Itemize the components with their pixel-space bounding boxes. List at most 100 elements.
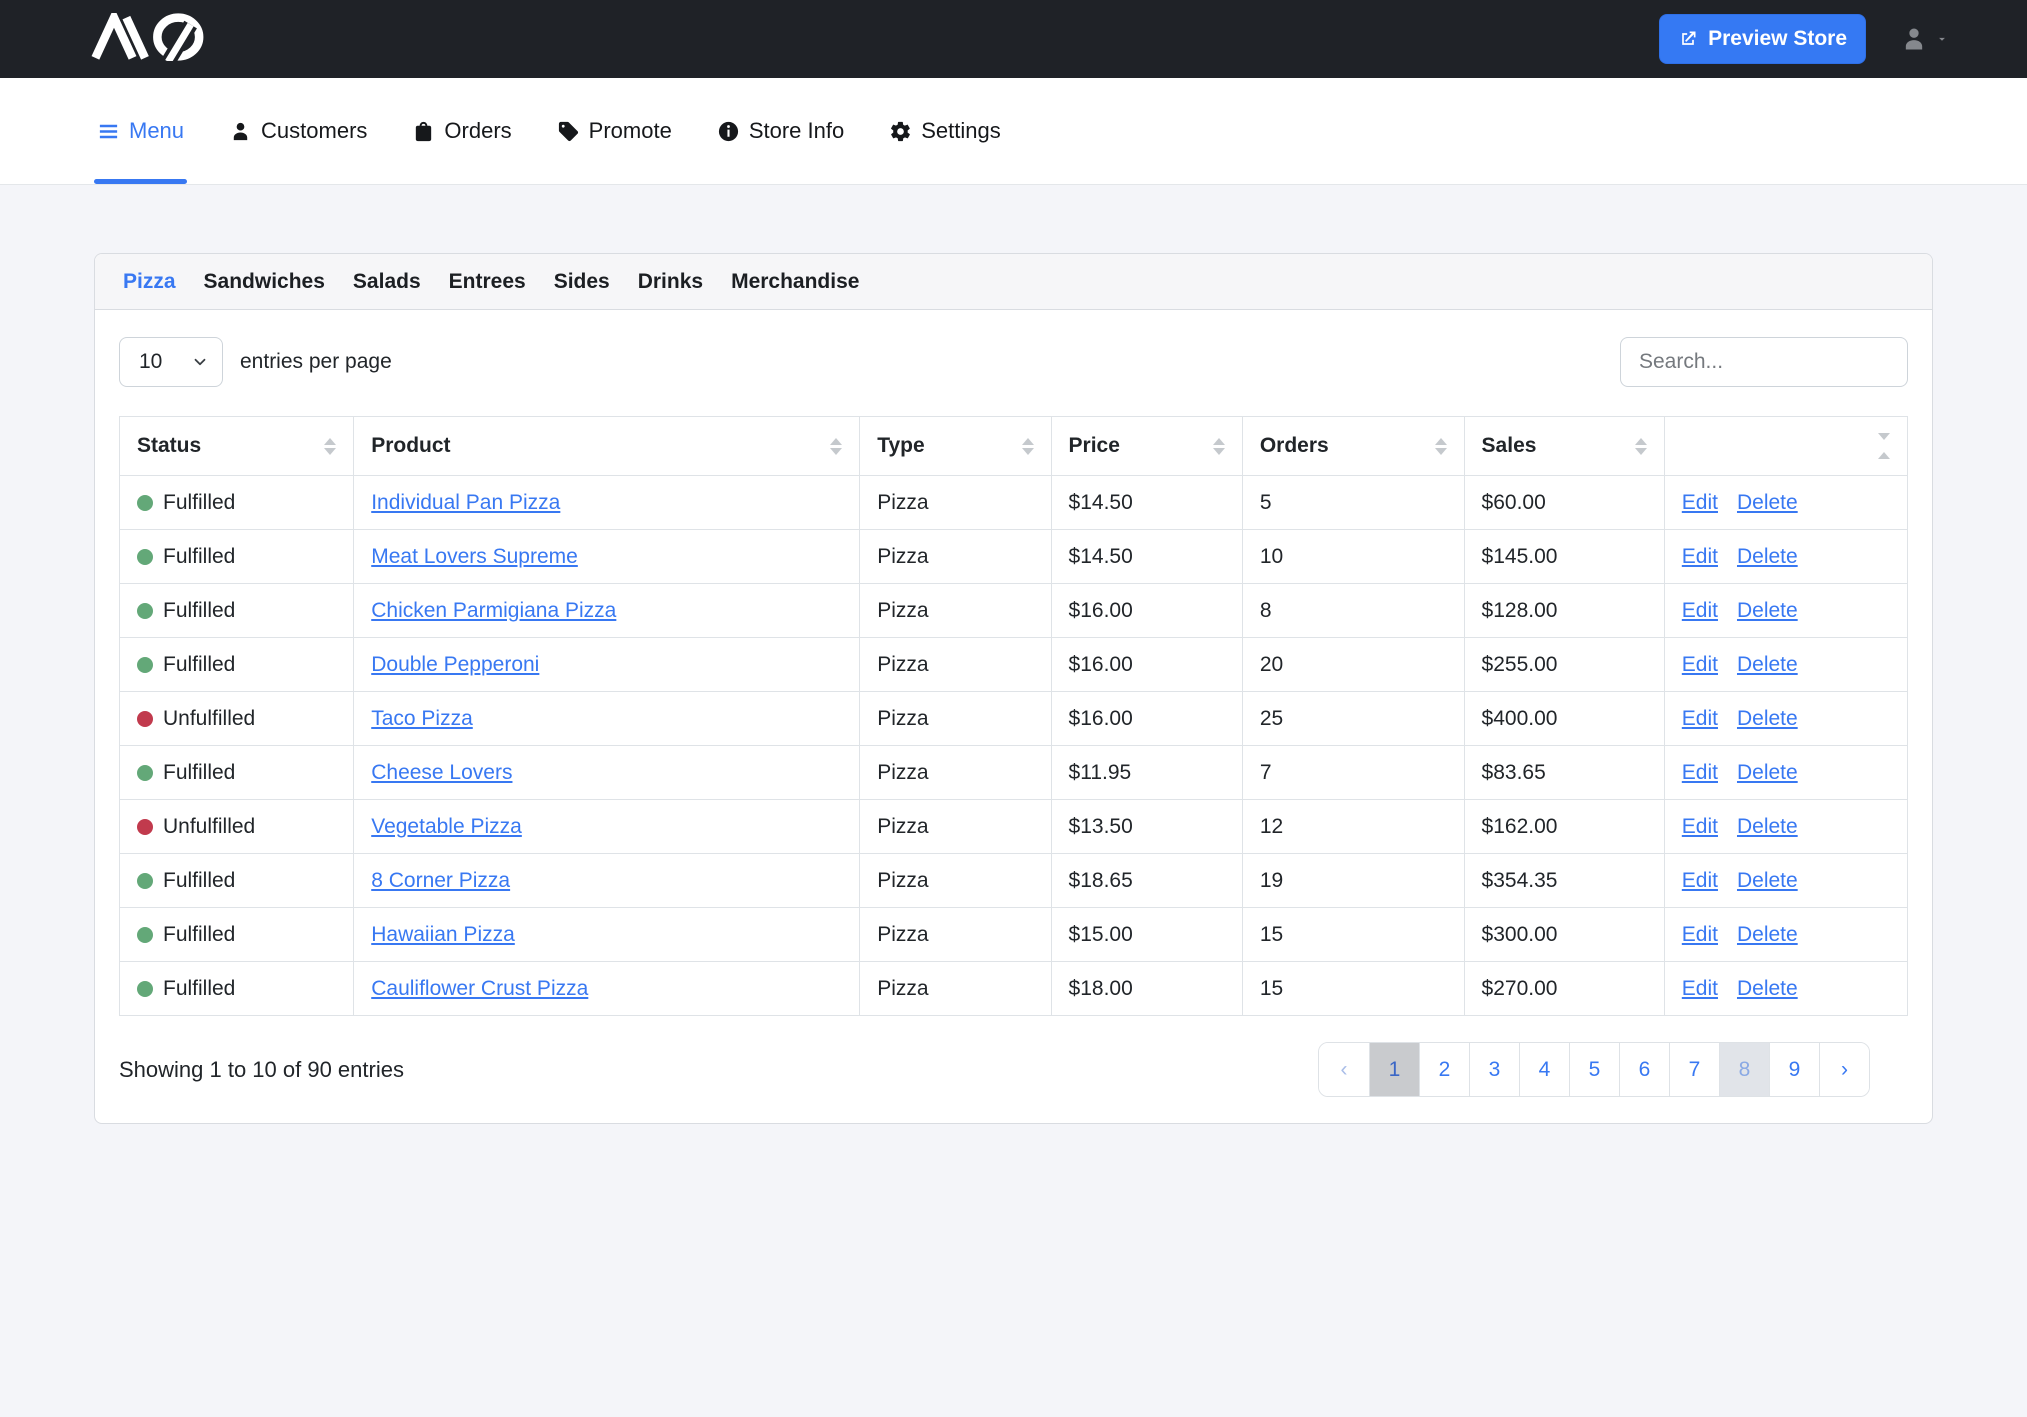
orders-value: 15: [1260, 923, 1283, 946]
table-row: FulfilledHawaiian PizzaPizza$15.0015$300…: [120, 908, 1908, 962]
column-label: Status: [137, 434, 201, 458]
delete-link[interactable]: Delete: [1737, 545, 1798, 568]
column-label: Type: [877, 434, 924, 458]
column-header-actions[interactable]: [1664, 417, 1907, 476]
tab-sandwiches[interactable]: Sandwiches: [204, 270, 325, 294]
tab-entrees[interactable]: Entrees: [449, 270, 526, 294]
product-link[interactable]: Cheese Lovers: [371, 761, 512, 784]
column-header-orders[interactable]: Orders: [1242, 417, 1464, 476]
preview-store-button[interactable]: Preview Store: [1659, 14, 1866, 64]
edit-link[interactable]: Edit: [1682, 653, 1718, 676]
tab-drinks[interactable]: Drinks: [638, 270, 703, 294]
search-input[interactable]: [1620, 337, 1908, 387]
nav-item-menu[interactable]: Menu: [97, 78, 184, 184]
product-link[interactable]: Cauliflower Crust Pizza: [371, 977, 588, 1000]
nav-item-customers[interactable]: Customers: [229, 78, 367, 184]
table-row: Fulfilled8 Corner PizzaPizza$18.6519$354…: [120, 854, 1908, 908]
column-header-product[interactable]: Product: [354, 417, 860, 476]
pagination-page-5[interactable]: 5: [1569, 1043, 1619, 1096]
pagination-page-2[interactable]: 2: [1419, 1043, 1469, 1096]
price-value: $18.65: [1069, 869, 1133, 892]
delete-link[interactable]: Delete: [1737, 761, 1798, 784]
edit-link[interactable]: Edit: [1682, 977, 1718, 1000]
edit-link[interactable]: Edit: [1682, 707, 1718, 730]
column-header-type[interactable]: Type: [860, 417, 1051, 476]
main-nav: Menu Customers Orders Promote Store Info Sett…: [0, 78, 2027, 185]
product-link[interactable]: Chicken Parmigiana Pizza: [371, 599, 616, 622]
tab-sides[interactable]: Sides: [554, 270, 610, 294]
column-header-price[interactable]: Price: [1051, 417, 1242, 476]
sales-value: $400.00: [1482, 707, 1558, 730]
orders-value: 5: [1260, 491, 1272, 514]
delete-link[interactable]: Delete: [1737, 923, 1798, 946]
menu-card: Pizza Sandwiches Salads Entrees Sides Drinks M…: [94, 253, 1933, 1124]
type-value: Pizza: [877, 653, 928, 676]
product-link[interactable]: Vegetable Pizza: [371, 815, 522, 838]
product-link[interactable]: Taco Pizza: [371, 707, 473, 730]
delete-link[interactable]: Delete: [1737, 653, 1798, 676]
edit-link[interactable]: Edit: [1682, 599, 1718, 622]
edit-link[interactable]: Edit: [1682, 815, 1718, 838]
orders-value: 10: [1260, 545, 1283, 568]
product-link[interactable]: Individual Pan Pizza: [371, 491, 560, 514]
status-label: Fulfilled: [163, 923, 235, 947]
pagination-page-3[interactable]: 3: [1469, 1043, 1519, 1096]
edit-link[interactable]: Edit: [1682, 491, 1718, 514]
category-tabs: Pizza Sandwiches Salads Entrees Sides Drinks M…: [95, 254, 1932, 310]
sort-icon: [1878, 433, 1890, 459]
delete-link[interactable]: Delete: [1737, 707, 1798, 730]
status-dot-fulfilled: [137, 873, 153, 889]
price-value: $18.00: [1069, 977, 1133, 1000]
delete-link[interactable]: Delete: [1737, 491, 1798, 514]
delete-link[interactable]: Delete: [1737, 869, 1798, 892]
status-dot-fulfilled: [137, 765, 153, 781]
product-link[interactable]: Meat Lovers Supreme: [371, 545, 578, 568]
pagination-page-6[interactable]: 6: [1619, 1043, 1669, 1096]
nav-item-label: Promote: [589, 118, 672, 144]
sales-value: $60.00: [1482, 491, 1546, 514]
user-icon: [1900, 25, 1928, 53]
tab-merchandise[interactable]: Merchandise: [731, 270, 859, 294]
status-label: Fulfilled: [163, 869, 235, 893]
edit-link[interactable]: Edit: [1682, 761, 1718, 784]
tab-salads[interactable]: Salads: [353, 270, 421, 294]
pagination-page-4[interactable]: 4: [1519, 1043, 1569, 1096]
app-header: Preview Store: [0, 0, 2027, 78]
nav-item-orders[interactable]: Orders: [412, 78, 511, 184]
column-header-status[interactable]: Status: [120, 417, 354, 476]
type-value: Pizza: [877, 761, 928, 784]
status-dot-fulfilled: [137, 927, 153, 943]
column-header-sales[interactable]: Sales: [1464, 417, 1664, 476]
delete-link[interactable]: Delete: [1737, 815, 1798, 838]
edit-link[interactable]: Edit: [1682, 923, 1718, 946]
delete-link[interactable]: Delete: [1737, 599, 1798, 622]
tab-pizza[interactable]: Pizza: [123, 270, 176, 294]
pagination-prev[interactable]: ‹: [1319, 1043, 1369, 1096]
type-value: Pizza: [877, 491, 928, 514]
entries-summary: Showing 1 to 10 of 90 entries: [119, 1057, 404, 1083]
pagination-next[interactable]: ›: [1819, 1043, 1869, 1096]
nav-item-store-info[interactable]: Store Info: [717, 78, 844, 184]
pagination-page-1[interactable]: 1: [1369, 1043, 1419, 1096]
nav-item-label: Customers: [261, 118, 367, 144]
table-row: FulfilledIndividual Pan PizzaPizza$14.50…: [120, 476, 1908, 530]
product-link[interactable]: 8 Corner Pizza: [371, 869, 510, 892]
pagination-page-8[interactable]: 8: [1719, 1043, 1769, 1096]
pagination-page-7[interactable]: 7: [1669, 1043, 1719, 1096]
user-menu[interactable]: [1900, 25, 1949, 53]
nav-item-promote[interactable]: Promote: [557, 78, 672, 184]
nav-item-settings[interactable]: Settings: [889, 78, 1001, 184]
product-link[interactable]: Hawaiian Pizza: [371, 923, 515, 946]
pagination-page-9[interactable]: 9: [1769, 1043, 1819, 1096]
sort-icon: [830, 438, 842, 455]
table-header-row: Status Product Type PriceOrdersSales: [120, 417, 1908, 476]
status-label: Fulfilled: [163, 761, 235, 785]
delete-link[interactable]: Delete: [1737, 977, 1798, 1000]
price-value: $11.95: [1069, 761, 1132, 784]
table-footer: Showing 1 to 10 of 90 entries ‹123456789…: [119, 1042, 1908, 1097]
product-link[interactable]: Double Pepperoni: [371, 653, 539, 676]
edit-link[interactable]: Edit: [1682, 545, 1718, 568]
entries-per-page-select[interactable]: 10: [119, 337, 223, 387]
edit-link[interactable]: Edit: [1682, 869, 1718, 892]
info-icon: [717, 120, 740, 143]
